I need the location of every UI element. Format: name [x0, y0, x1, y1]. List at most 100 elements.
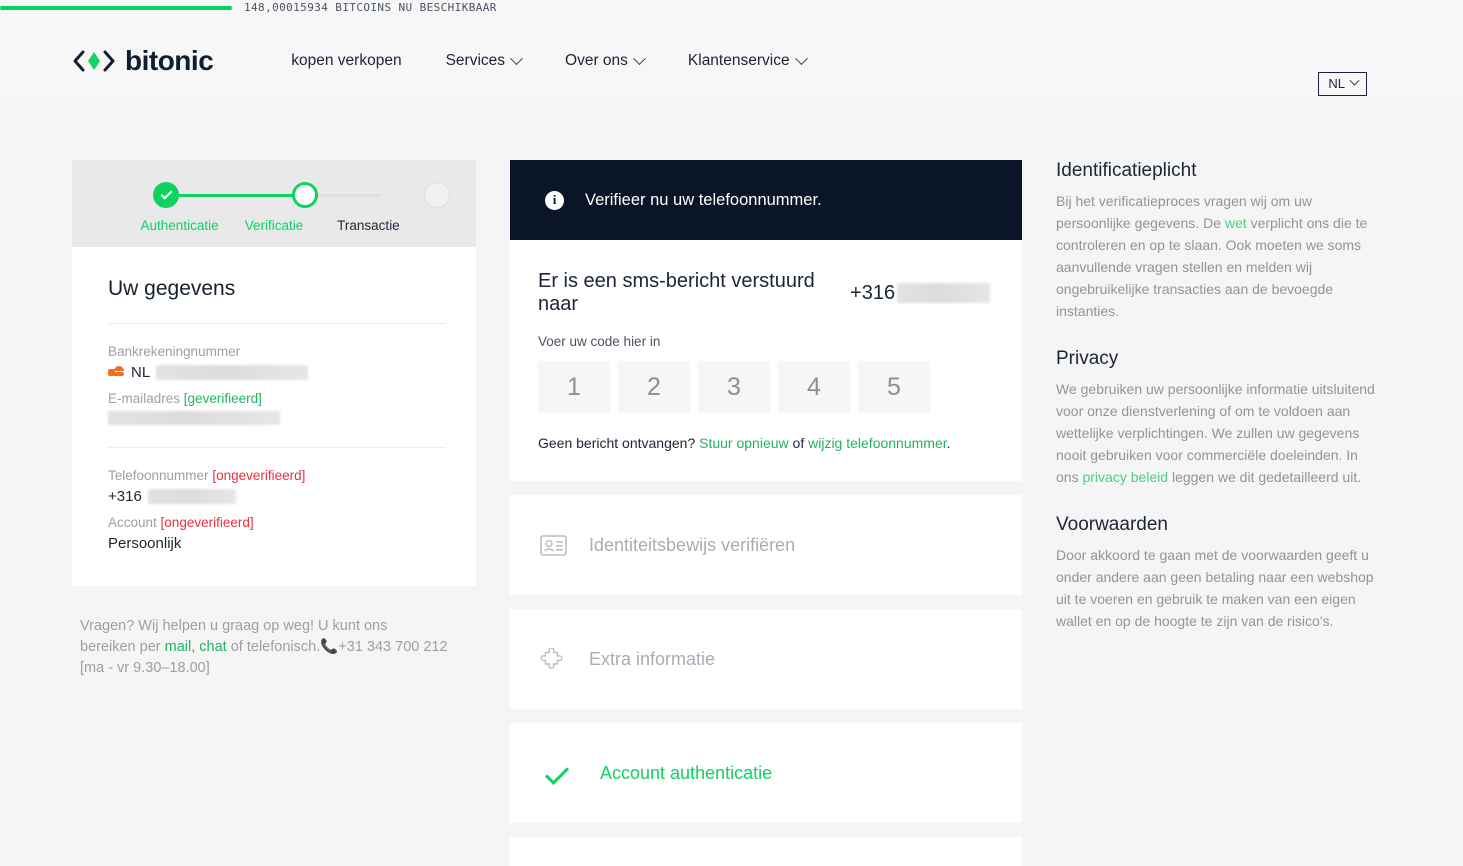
- site-header: bitonic kopen verkopen Services Over ons…: [0, 22, 1463, 100]
- nav-label: Klantenservice: [687, 52, 790, 69]
- sms-heading: Er is een sms-bericht verstuurd naar +316: [538, 270, 990, 316]
- bitonic-logo[interactable]: bitonic: [72, 45, 214, 77]
- code-digit-1[interactable]: 1: [538, 361, 610, 413]
- aside-text-part: leggen we dit gedetailleerd uit.: [1168, 469, 1362, 485]
- nav-item-klantenservice[interactable]: Klantenservice: [666, 51, 828, 70]
- privacy-beleid-link[interactable]: privacy beleid: [1082, 469, 1168, 485]
- bank-account-value: NL: [108, 364, 446, 381]
- step-label-transactie: Transactie: [337, 218, 400, 233]
- bitcoin-availability-text: 148,00015934 BITCOINS NU BESCHIKBAAR: [244, 1, 497, 14]
- check-icon: [544, 760, 570, 786]
- task-card-identiteitsbewijs[interactable]: Identiteitsbewijs verifiëren: [510, 495, 1022, 595]
- divider: [108, 447, 446, 448]
- nav-item-services[interactable]: Services: [424, 51, 543, 70]
- task-label: Identiteitsbewijs verifiëren: [589, 534, 796, 555]
- bank-prefix: NL: [131, 364, 151, 381]
- page-body: Authenticatie Verificatie Transactie Uw …: [0, 100, 1463, 866]
- resend-link[interactable]: Stuur opnieuw: [699, 435, 789, 451]
- aside-text-voorwaarden: Door akkoord te gaan met de voorwaarden …: [1056, 547, 1374, 629]
- logo-text: bitonic: [125, 45, 214, 76]
- aside-title-privacy: Privacy: [1056, 348, 1119, 369]
- aside-text-privacy: We gebruiken uw persoonlijke informatie …: [1056, 378, 1376, 488]
- account-value: Persoonlijk: [108, 535, 182, 552]
- task-card-extra-informatie[interactable]: Extra informatie: [510, 609, 1022, 709]
- check-icon: [159, 187, 173, 200]
- code-digit-5[interactable]: 5: [858, 361, 930, 413]
- main-nav: kopen verkopen Services Over ons Klanten…: [269, 51, 828, 70]
- nav-item-over-ons[interactable]: Over ons: [543, 51, 666, 70]
- task-card-account-authenticatie[interactable]: Account authenticatie: [510, 723, 1022, 823]
- help-line-2-post: of telefonisch.: [226, 639, 321, 655]
- email-value: [108, 411, 446, 425]
- verify-phone-banner: i Verifieer nu uw telefoonnummer.: [510, 160, 1022, 240]
- email-label: E-mailadres [geverifieerd]: [108, 391, 446, 406]
- help-line-2: bereiken per mail, chat of telefonisch.📞…: [80, 637, 476, 658]
- task-card-email-verifieren[interactable]: E-mailadres verifiëren: [510, 837, 1022, 866]
- bitonic-mark-icon: [73, 50, 115, 72]
- aside-text-identificatieplicht: Bij het verificatieproces vragen wij om …: [1056, 190, 1376, 322]
- resend-prefix: Geen bericht ontvangen?: [538, 435, 700, 451]
- page-title: Uw gegevens: [108, 277, 236, 300]
- stepper-labels: Authenticatie Verificatie Transactie: [134, 218, 414, 233]
- nav-item-kopen-verkopen[interactable]: kopen verkopen: [269, 52, 423, 70]
- bank-logo-icon: [108, 366, 125, 379]
- resend-mid: of: [788, 435, 809, 451]
- language-selector[interactable]: NL: [1318, 72, 1367, 96]
- sms-verification-card: Er is een sms-bericht verstuurd naar +316…: [510, 240, 1022, 481]
- middle-column: i Verifieer nu uw telefoonnummer. Er is …: [510, 160, 1022, 866]
- help-line-2-pre: bereiken per: [80, 639, 165, 655]
- change-phone-link[interactable]: wijzig telefoonnummer: [808, 435, 947, 451]
- phone-status-badge: [ongeverifieerd]: [212, 468, 306, 483]
- puzzle-piece-icon: [540, 647, 563, 669]
- code-digit-2[interactable]: 2: [618, 361, 690, 413]
- account-label-text: Account: [108, 515, 157, 530]
- sms-heading-phone: +316: [850, 281, 896, 304]
- redacted-bank-number: [156, 365, 309, 380]
- left-column: Authenticatie Verificatie Transactie Uw …: [72, 160, 476, 866]
- step-node-authenticatie[interactable]: [153, 182, 179, 208]
- phone-value: +316: [108, 488, 446, 505]
- resend-row: Geen bericht ontvangen? Stuur opnieuw of…: [538, 435, 990, 451]
- step-label-authenticatie: Authenticatie: [140, 218, 219, 233]
- stepper-track-area: [144, 182, 450, 210]
- account-status-badge: [ongeverifieerd]: [160, 515, 254, 530]
- sms-heading-pre: Er is een sms-bericht verstuurd naar: [538, 270, 815, 315]
- code-input-row: 1 2 3 4 5: [538, 361, 990, 413]
- help-phone: +31 343 700 212: [338, 639, 448, 655]
- mail-link[interactable]: mail,: [165, 639, 196, 655]
- account-label: Account [ongeverifieerd]: [108, 515, 446, 530]
- progress-stepper: Authenticatie Verificatie Transactie: [72, 160, 476, 247]
- redacted-phone-heading: [897, 283, 990, 303]
- help-hours: [ma - vr 9.30–18.00]: [80, 660, 210, 676]
- code-input-label: Voer uw code hier in: [538, 334, 661, 349]
- phone-icon: 📞: [320, 639, 339, 655]
- help-text: Vragen? Wij helpen u graag op weg! U kun…: [72, 616, 476, 679]
- nav-label: kopen verkopen: [291, 52, 402, 69]
- redacted-email: [108, 411, 280, 425]
- help-line-1: Vragen? Wij helpen u graag op weg! U kun…: [80, 618, 388, 634]
- step-node-verificatie[interactable]: [292, 182, 318, 208]
- phone-label-text: Telefoonnummer: [108, 468, 209, 483]
- email-status-badge: [geverifieerd]: [183, 391, 262, 406]
- user-details-card: Uw gegevens Bankrekeningnummer NL E-mail…: [72, 247, 476, 586]
- language-value: NL: [1328, 76, 1345, 91]
- phone-prefix: +316: [108, 488, 142, 505]
- stepper-track-completed: [166, 194, 307, 197]
- chat-link[interactable]: chat: [199, 639, 226, 655]
- right-sidebar: Identificatieplicht Bij het verificatiep…: [1056, 160, 1376, 866]
- nav-label: Over ons: [565, 52, 628, 69]
- task-label: Account authenticatie: [600, 762, 773, 783]
- wet-link[interactable]: wet: [1225, 215, 1247, 231]
- banner-text: Verifieer nu uw telefoonnummer.: [585, 190, 822, 209]
- code-digit-4[interactable]: 4: [778, 361, 850, 413]
- chevron-down-icon: [1349, 75, 1360, 86]
- step-node-transactie[interactable]: [424, 182, 450, 208]
- info-icon: i: [545, 190, 564, 210]
- code-digit-3[interactable]: 3: [698, 361, 770, 413]
- ticker-bar-row: 148,00015934 BITCOINS NU BESCHIKBAAR: [0, 0, 1463, 22]
- bitcoin-availability-progress: [0, 6, 232, 10]
- redacted-phone: [147, 489, 236, 504]
- divider: [108, 323, 446, 324]
- task-label: Extra informatie: [589, 648, 716, 669]
- step-label-verificatie: Verificatie: [244, 218, 304, 233]
